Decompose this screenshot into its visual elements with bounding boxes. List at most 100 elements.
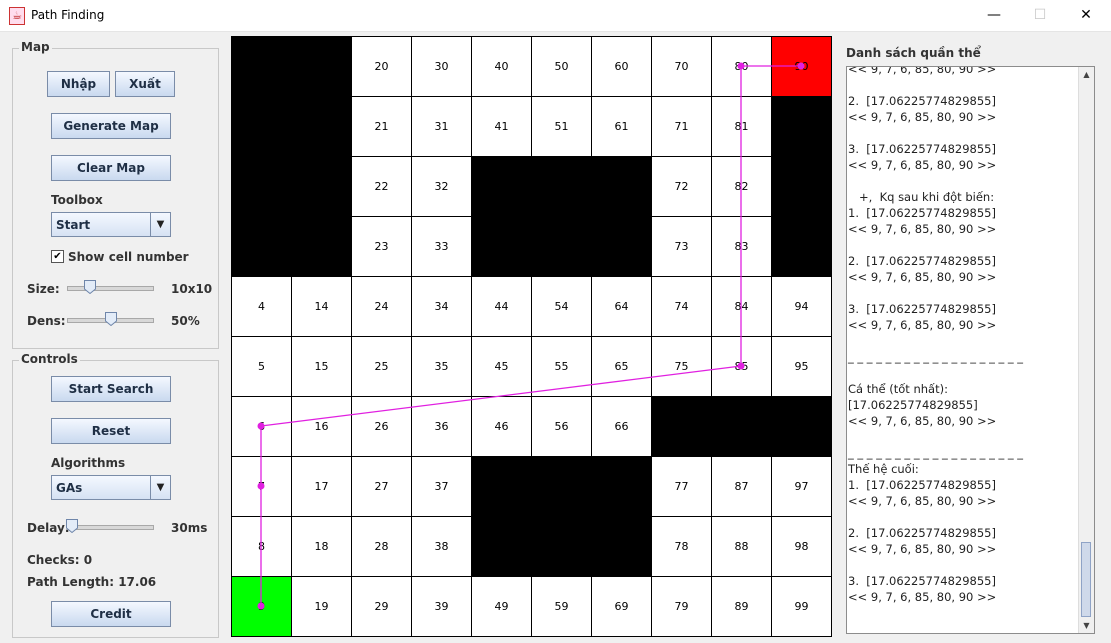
grid-cell[interactable]: 22 bbox=[352, 157, 412, 217]
grid-cell[interactable]: 98 bbox=[772, 517, 832, 577]
grid-cell[interactable]: 49 bbox=[472, 577, 532, 637]
grid-cell[interactable]: 94 bbox=[772, 277, 832, 337]
grid-cell-wall[interactable] bbox=[772, 217, 832, 277]
grid-cell[interactable]: 87 bbox=[712, 457, 772, 517]
grid-cell-wall[interactable] bbox=[532, 517, 592, 577]
grid-cell[interactable]: 37 bbox=[412, 457, 472, 517]
grid-cell-wall[interactable] bbox=[772, 157, 832, 217]
grid-cell-wall[interactable] bbox=[592, 457, 652, 517]
path-grid[interactable]: 20 30 40 50 60 70 80 90 21 31 41 51 61 71 81 22 32 72 82 23… bbox=[231, 36, 832, 637]
generate-map-button[interactable]: Generate Map bbox=[51, 113, 171, 139]
grid-cell-wall[interactable] bbox=[232, 157, 292, 217]
scroll-down-icon[interactable]: ▼ bbox=[1079, 618, 1094, 633]
grid-cell[interactable]: 18 bbox=[292, 517, 352, 577]
grid-cell[interactable]: 27 bbox=[352, 457, 412, 517]
minimize-button[interactable]: — bbox=[971, 0, 1017, 31]
grid-cell[interactable]: 26 bbox=[352, 397, 412, 457]
grid-cell-wall[interactable] bbox=[532, 457, 592, 517]
grid-cell[interactable]: 35 bbox=[412, 337, 472, 397]
toolbox-dropdown[interactable]: Start ▼ bbox=[51, 212, 171, 237]
grid-cell[interactable]: 78 bbox=[652, 517, 712, 577]
scrollbar-thumb[interactable] bbox=[1081, 542, 1091, 617]
grid-cell[interactable]: 20 bbox=[352, 37, 412, 97]
grid-cell[interactable]: 17 bbox=[292, 457, 352, 517]
grid-cell[interactable]: 65 bbox=[592, 337, 652, 397]
grid-cell[interactable]: 82 bbox=[712, 157, 772, 217]
grid-cell[interactable]: 75 bbox=[652, 337, 712, 397]
grid-cell[interactable]: 5 bbox=[232, 337, 292, 397]
grid-cell[interactable]: 14 bbox=[292, 277, 352, 337]
grid-cell-wall[interactable] bbox=[472, 157, 532, 217]
delay-slider[interactable] bbox=[67, 525, 154, 530]
grid-cell-wall[interactable] bbox=[592, 157, 652, 217]
maximize-button[interactable]: ☐ bbox=[1017, 0, 1063, 31]
grid-cell[interactable]: 31 bbox=[412, 97, 472, 157]
grid-cell-wall[interactable] bbox=[292, 97, 352, 157]
grid-cell-wall[interactable] bbox=[292, 217, 352, 277]
grid-cell[interactable]: 99 bbox=[772, 577, 832, 637]
credit-button[interactable]: Credit bbox=[51, 601, 171, 627]
grid-cell[interactable]: 71 bbox=[652, 97, 712, 157]
grid-cell[interactable]: 89 bbox=[712, 577, 772, 637]
grid-cell-wall[interactable] bbox=[532, 217, 592, 277]
grid-cell[interactable]: 88 bbox=[712, 517, 772, 577]
show-cell-number-checkbox[interactable]: ✔ bbox=[51, 250, 64, 263]
grid-cell[interactable]: 36 bbox=[412, 397, 472, 457]
grid-cell[interactable]: 24 bbox=[352, 277, 412, 337]
size-slider-thumb[interactable] bbox=[84, 280, 96, 294]
grid-cell[interactable]: 38 bbox=[412, 517, 472, 577]
grid-cell-wall[interactable] bbox=[232, 97, 292, 157]
size-slider[interactable] bbox=[67, 286, 154, 291]
grid-cell[interactable]: 95 bbox=[772, 337, 832, 397]
grid-cell[interactable]: 83 bbox=[712, 217, 772, 277]
grid-cell[interactable]: 70 bbox=[652, 37, 712, 97]
import-button[interactable]: Nhập bbox=[47, 71, 110, 97]
grid-cell-wall[interactable] bbox=[232, 217, 292, 277]
grid-cell-wall[interactable] bbox=[532, 157, 592, 217]
grid-cell[interactable]: 56 bbox=[532, 397, 592, 457]
grid-cell[interactable]: 34 bbox=[412, 277, 472, 337]
grid-cell[interactable]: 16 bbox=[292, 397, 352, 457]
grid-cell-wall[interactable] bbox=[592, 217, 652, 277]
grid-cell[interactable]: 25 bbox=[352, 337, 412, 397]
clear-map-button[interactable]: Clear Map bbox=[51, 155, 171, 181]
grid-cell[interactable]: 77 bbox=[652, 457, 712, 517]
grid-cell[interactable]: 64 bbox=[592, 277, 652, 337]
close-button[interactable]: ✕ bbox=[1063, 0, 1109, 31]
grid-cell[interactable]: 69 bbox=[592, 577, 652, 637]
grid-cell[interactable]: 51 bbox=[532, 97, 592, 157]
grid-cell[interactable]: 28 bbox=[352, 517, 412, 577]
export-button[interactable]: Xuất bbox=[115, 71, 175, 97]
grid-cell[interactable]: 73 bbox=[652, 217, 712, 277]
grid-cell[interactable]: 81 bbox=[712, 97, 772, 157]
grid-cell[interactable]: 8 bbox=[232, 517, 292, 577]
grid-cell[interactable]: 19 bbox=[292, 577, 352, 637]
grid-cell[interactable]: 15 bbox=[292, 337, 352, 397]
grid-cell-wall[interactable] bbox=[712, 397, 772, 457]
grid-cell[interactable]: 32 bbox=[412, 157, 472, 217]
grid-cell-wall[interactable] bbox=[472, 217, 532, 277]
grid-cell[interactable]: 85 bbox=[712, 337, 772, 397]
grid-cell[interactable]: 6 bbox=[232, 397, 292, 457]
grid-cell[interactable]: 54 bbox=[532, 277, 592, 337]
grid-cell[interactable]: 97 bbox=[772, 457, 832, 517]
grid-cell[interactable]: 60 bbox=[592, 37, 652, 97]
grid-cell[interactable]: 23 bbox=[352, 217, 412, 277]
log-scrollbar[interactable]: ▲ ▼ bbox=[1078, 67, 1094, 633]
grid-cell[interactable]: 84 bbox=[712, 277, 772, 337]
start-search-button[interactable]: Start Search bbox=[51, 376, 171, 402]
grid-cell[interactable]: 59 bbox=[532, 577, 592, 637]
grid-cell-wall[interactable] bbox=[292, 37, 352, 97]
population-log[interactable]: << 9, 7, 6, 85, 80, 90 >> 2. [17.0622577… bbox=[846, 66, 1095, 634]
grid-cell[interactable]: 40 bbox=[472, 37, 532, 97]
grid-cell[interactable]: 72 bbox=[652, 157, 712, 217]
grid-cell[interactable]: 46 bbox=[472, 397, 532, 457]
reset-button[interactable]: Reset bbox=[51, 418, 171, 444]
grid-cell-wall[interactable] bbox=[232, 37, 292, 97]
delay-slider-thumb[interactable] bbox=[66, 519, 78, 533]
grid-cell[interactable]: 74 bbox=[652, 277, 712, 337]
grid-cell-wall[interactable] bbox=[472, 517, 532, 577]
grid-cell[interactable]: 41 bbox=[472, 97, 532, 157]
grid-cell[interactable]: 79 bbox=[652, 577, 712, 637]
scroll-up-icon[interactable]: ▲ bbox=[1079, 67, 1094, 82]
